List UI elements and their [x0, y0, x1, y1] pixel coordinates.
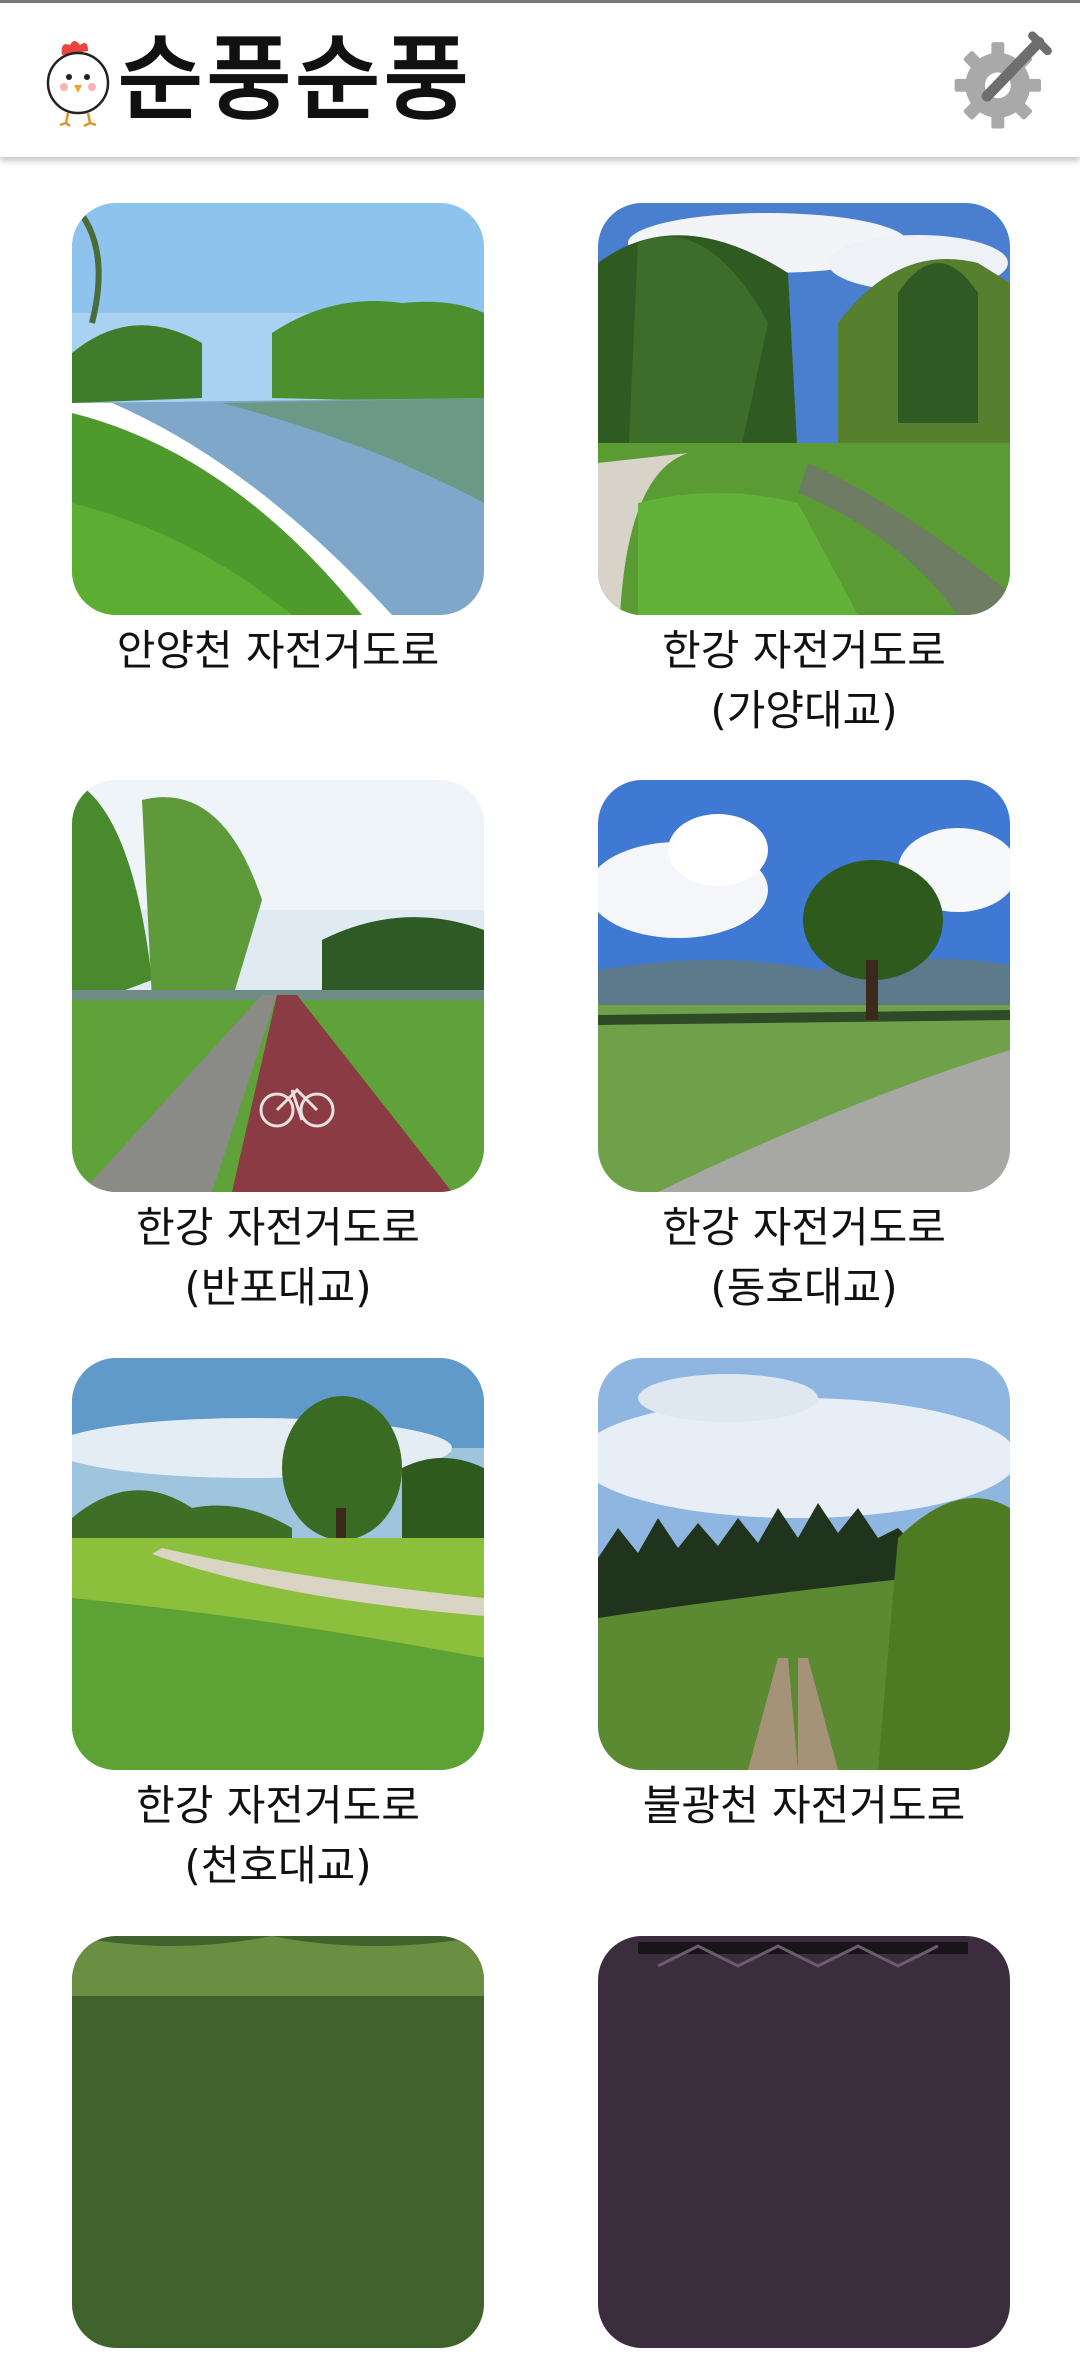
route-name: 안양천 자전거도로: [72, 621, 484, 681]
route-name-line2: (동호대교): [710, 1263, 898, 1312]
route-photo-bridge-partial[interactable]: [598, 1936, 1010, 2348]
route-name: 한강 자전거도로 (천호대교): [72, 1776, 484, 1896]
route-name: 한강 자전거도로 (동호대교): [598, 1198, 1010, 1318]
route-name-line1: 한강 자전거도로: [136, 1781, 420, 1830]
route-photo-river-canal[interactable]: [72, 203, 484, 615]
route-name: 한강 자전거도로 (반포대교): [72, 1198, 484, 1318]
route-name: 불광천 자전거도로: [598, 1776, 1010, 1836]
route-photo-park-path-stream[interactable]: [598, 203, 1010, 615]
route-card[interactable]: [598, 1936, 1010, 2354]
app-header: 순풍순풍: [0, 0, 1080, 157]
route-photo-forest-dirt-road[interactable]: [598, 1358, 1010, 1770]
route-card[interactable]: 한강 자전거도로 (반포대교): [72, 780, 484, 1318]
route-card[interactable]: 한강 자전거도로 (천호대교): [72, 1358, 484, 1896]
route-card[interactable]: 한강 자전거도로 (가양대교): [598, 203, 1010, 741]
route-photo-woods-partial[interactable]: [72, 1936, 484, 2348]
route-photo-red-bike-lane[interactable]: [72, 780, 484, 1192]
route-name-line1: 한강 자전거도로: [662, 626, 946, 675]
settings-gear-icon[interactable]: [946, 27, 1054, 135]
route-name: 한강 자전거도로 (가양대교): [598, 621, 1010, 741]
route-name-line1: 한강 자전거도로: [662, 1203, 946, 1252]
route-card[interactable]: 불광천 자전거도로: [598, 1358, 1010, 1836]
route-name-line2: (반포대교): [184, 1263, 372, 1312]
chick-mascot-icon: [46, 41, 110, 127]
route-name-line2: (가양대교): [710, 686, 898, 735]
route-name-line1: 안양천 자전거도로: [116, 626, 440, 675]
route-name-line1: 불광천 자전거도로: [642, 1781, 966, 1830]
route-card[interactable]: 한강 자전거도로 (동호대교): [598, 780, 1010, 1318]
route-card[interactable]: 안양천 자전거도로: [72, 203, 484, 681]
route-name-line2: (천호대교): [184, 1841, 372, 1890]
app-title: 순풍순풍: [118, 26, 473, 133]
route-photo-meadow-tree-path[interactable]: [72, 1358, 484, 1770]
route-name-line1: 한강 자전거도로: [136, 1203, 420, 1252]
route-card[interactable]: [72, 1936, 484, 2354]
route-photo-field-tree-road[interactable]: [598, 780, 1010, 1192]
